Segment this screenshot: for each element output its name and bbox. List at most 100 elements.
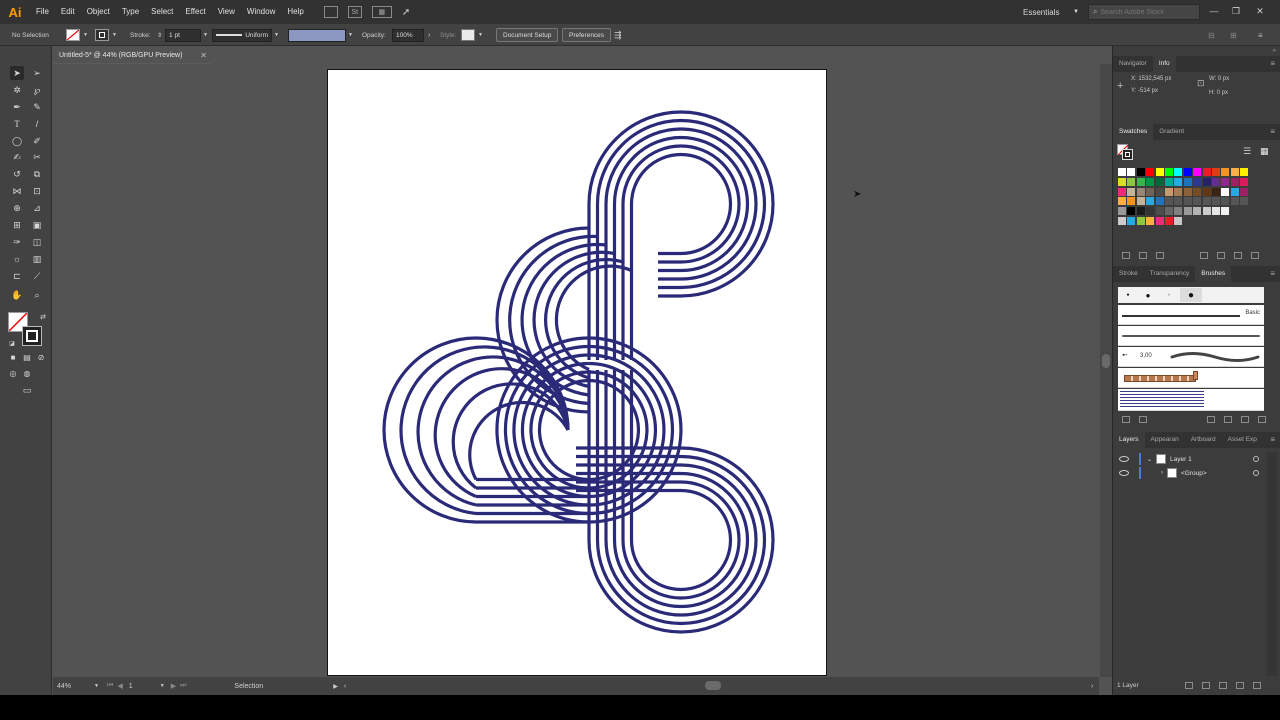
brush-dot-small-icon[interactable]: ●: [1118, 292, 1138, 298]
eye-icon[interactable]: [1119, 456, 1129, 462]
menu-help[interactable]: Help: [281, 0, 309, 24]
swatch-library-icon[interactable]: [1122, 251, 1130, 259]
new-folder-icon[interactable]: [1217, 251, 1225, 259]
drawing-mode-behind-icon[interactable]: ◍: [20, 366, 34, 380]
dock-collapse-icon[interactable]: »: [1273, 48, 1276, 54]
stroke-swatch[interactable]: ▼: [95, 24, 117, 46]
swatch-cell[interactable]: [1118, 197, 1126, 206]
last-artboard-icon[interactable]: ⏭: [180, 682, 186, 690]
tab-layers[interactable]: Layers: [1113, 432, 1145, 448]
list-view-icon[interactable]: ☰: [1243, 146, 1251, 157]
panel-menu-icon[interactable]: ≡: [1270, 124, 1275, 140]
graphic-style-select[interactable]: ▼: [461, 24, 483, 46]
swatch-cell[interactable]: [1193, 197, 1202, 206]
stroke-color-icon[interactable]: [22, 326, 42, 346]
artboard[interactable]: [327, 69, 827, 676]
swatch-cell[interactable]: [1221, 168, 1230, 176]
hand-tool-icon[interactable]: ✋: [10, 288, 24, 302]
swatch-cell[interactable]: [1240, 177, 1249, 186]
new-sublayer-icon[interactable]: [1218, 681, 1227, 689]
blend-tool-icon[interactable]: ◫: [30, 235, 44, 249]
selection-tool-icon[interactable]: ➤: [10, 66, 24, 80]
stock-icon[interactable]: St: [347, 6, 362, 18]
screen-mode-icon[interactable]: ▭: [20, 383, 34, 397]
tab-gradient[interactable]: Gradient: [1153, 124, 1190, 140]
swatch-cell[interactable]: [1146, 207, 1155, 216]
symbol-sprayer-tool-icon[interactable]: ☼: [10, 252, 24, 266]
none-mode-icon[interactable]: ⊘: [34, 350, 48, 364]
swatch-cell[interactable]: [1136, 197, 1145, 206]
swatch-cell[interactable]: [1230, 177, 1239, 186]
scale-tool-icon[interactable]: ⧉: [30, 167, 44, 181]
art-stroke[interactable]: [629, 152, 733, 361]
target-icon[interactable]: [1253, 456, 1259, 462]
tab-appearance[interactable]: Appearan: [1145, 432, 1185, 448]
scroll-right-icon[interactable]: ›: [1091, 683, 1093, 690]
swatch-cell[interactable]: [1146, 197, 1155, 206]
swap-colors-icon[interactable]: ⇄: [36, 310, 50, 324]
menu-object[interactable]: Object: [81, 0, 116, 24]
swatch-cell[interactable]: [1230, 187, 1239, 196]
brush-library-icon[interactable]: [1122, 415, 1130, 423]
stroke-weight-input[interactable]: 1 pt: [165, 28, 202, 42]
chevron-down-icon[interactable]: ⌄: [1147, 456, 1152, 463]
trash-icon[interactable]: [1251, 251, 1259, 259]
free-transform-tool-icon[interactable]: ⊡: [30, 184, 44, 198]
swatch-cell[interactable]: [1127, 187, 1136, 196]
brush-basic[interactable]: Basic: [1118, 305, 1264, 325]
swatch-cell[interactable]: [1174, 207, 1183, 216]
swatch-cell[interactable]: [1174, 187, 1183, 196]
opacity-field[interactable]: 100% ›: [392, 24, 430, 46]
swatch-cell[interactable]: [1127, 207, 1136, 216]
scissors-tool-icon[interactable]: ✂: [30, 150, 44, 164]
swatch-cell[interactable]: [1146, 187, 1155, 196]
shaper-tool-icon[interactable]: ✍: [10, 150, 24, 164]
menu-type[interactable]: Type: [116, 0, 145, 24]
restore-button[interactable]: ❐: [1228, 3, 1244, 19]
swatch-cell[interactable]: [1165, 207, 1173, 216]
horizontal-scroll-thumb[interactable]: [705, 681, 721, 690]
artboard-tool-icon[interactable]: ⊏: [10, 269, 24, 283]
menu-window[interactable]: Window: [241, 0, 281, 24]
transform-icon[interactable]: ⊞: [1230, 24, 1237, 46]
tab-asset-export[interactable]: Asset Exp: [1222, 432, 1263, 448]
tab-transparency[interactable]: Transparency: [1144, 266, 1196, 282]
tab-artboards[interactable]: Artboard: [1185, 432, 1222, 448]
swatch-cell[interactable]: [1118, 177, 1126, 186]
swatch-cell[interactable]: [1183, 177, 1192, 186]
menu-view[interactable]: View: [212, 0, 241, 24]
tab-stroke[interactable]: Stroke: [1113, 266, 1144, 282]
swatch-cell[interactable]: [1127, 168, 1136, 176]
lasso-tool-icon[interactable]: ℘: [30, 83, 44, 97]
zoom-select[interactable]: 44% ▼: [57, 680, 99, 692]
swatch-cell[interactable]: [1127, 217, 1136, 225]
clipping-mask-icon[interactable]: [1201, 681, 1210, 689]
swatch-cell[interactable]: [1136, 207, 1145, 216]
brush-dot-large-icon[interactable]: ●: [1180, 288, 1202, 302]
pen-tool-icon[interactable]: ✒: [10, 100, 24, 114]
gradient-mode-icon[interactable]: ▤: [20, 350, 34, 364]
swatch-cell[interactable]: [1174, 177, 1183, 186]
swatch-cell[interactable]: [1155, 187, 1164, 196]
brush-options-icon[interactable]: [1224, 415, 1232, 423]
swatch-cell[interactable]: [1174, 168, 1183, 176]
swatch-cell[interactable]: [1202, 177, 1211, 186]
swatch-cell[interactable]: [1212, 197, 1220, 206]
tab-info[interactable]: Info: [1152, 56, 1176, 72]
align-icon[interactable]: ⊟: [1208, 24, 1215, 46]
close-window-button[interactable]: ✕: [1252, 3, 1268, 19]
document-tab[interactable]: Untitled-5* @ 44% (RGB/GPU Preview) ✕: [53, 48, 211, 64]
line-tool-icon[interactable]: /: [30, 117, 44, 131]
swatch-cell[interactable]: [1193, 207, 1202, 216]
default-colors-icon[interactable]: ◪: [5, 336, 19, 350]
new-layer-icon[interactable]: [1235, 681, 1244, 689]
canvas[interactable]: ➤: [53, 64, 1099, 677]
bridge-icon[interactable]: [323, 6, 338, 18]
swatch-cell[interactable]: [1136, 217, 1145, 225]
brush-charcoal[interactable]: [1118, 326, 1264, 346]
art-stroke[interactable]: [468, 400, 570, 481]
swatch-cell[interactable]: [1165, 168, 1173, 176]
preferences-button[interactable]: Preferences: [562, 28, 612, 42]
swatch-cell[interactable]: [1155, 197, 1164, 206]
color-group-icon[interactable]: [1200, 251, 1208, 259]
